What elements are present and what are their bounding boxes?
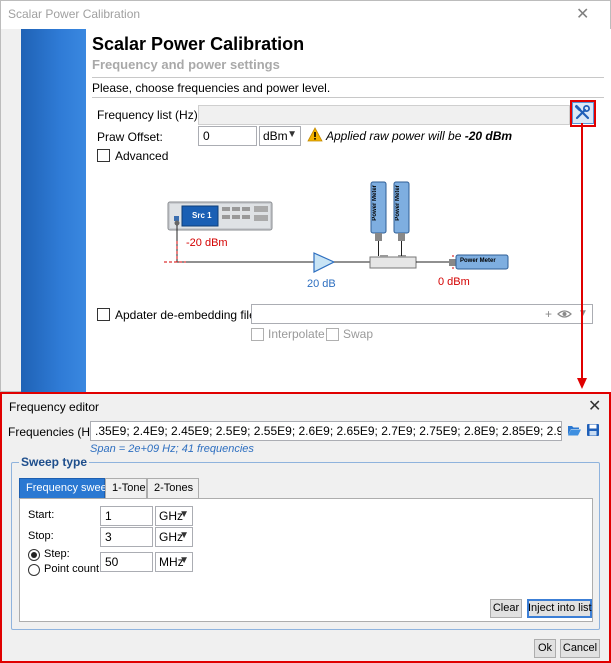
scalar-power-calibration-window: Scalar Power Calibration ✕ Scalar Power … — [0, 0, 611, 393]
sweep-type-group: Sweep type Frequency sweep 1-Tone 2-Tone… — [11, 455, 600, 630]
step-unit-select[interactable]: MHz ▼ — [155, 552, 193, 572]
step-label: Step: — [44, 548, 70, 560]
content-pane: Scalar Power Calibration Frequency and p… — [86, 29, 611, 393]
stop-label: Stop: — [28, 530, 54, 542]
power-meter-2-label: Power Meter — [395, 185, 401, 221]
wizard-sidebar — [21, 29, 86, 393]
chevron-down-icon: ▼ — [179, 555, 189, 566]
open-folder-icon[interactable] — [567, 423, 582, 437]
dialog-title: Frequency editor — [9, 400, 100, 414]
swap-label: Swap — [343, 327, 374, 341]
radio-selected-dot — [31, 552, 37, 558]
output-power-label: 0 dBm — [438, 276, 470, 288]
span-summary: Span = 2e+09 Hz; 41 frequencies — [90, 443, 254, 455]
connector-arrow — [577, 123, 587, 389]
power-meter-3-label: Power Meter — [460, 258, 496, 264]
frequencies-input[interactable]: .35E9; 2.4E9; 2.45E9; 2.5E9; 2.55E9; 2.6… — [90, 421, 562, 441]
start-label: Start: — [28, 509, 55, 521]
step-input[interactable]: 50 — [100, 552, 153, 572]
add-icon[interactable]: + — [545, 307, 552, 321]
eye-icon[interactable] — [557, 309, 572, 319]
amplifier — [313, 252, 336, 273]
stop-input[interactable]: 3 — [100, 527, 153, 547]
frequency-editor-dialog: Frequency editor ✕ Frequencies (Hz): .35… — [0, 392, 611, 663]
source-power-label: -20 dBm — [186, 237, 228, 249]
start-input[interactable]: 1 — [100, 506, 153, 526]
chevron-down-icon: ▼ — [179, 530, 189, 541]
close-icon[interactable]: ✕ — [576, 7, 589, 23]
title-bar: Scalar Power Calibration ✕ — [1, 1, 610, 29]
point-count-radio[interactable] — [28, 564, 40, 576]
frequency-sweep-panel: Start: 1 GHz ▼ Stop: 3 GHz ▼ Step: Point… — [19, 498, 593, 622]
stop-unit-select[interactable]: GHz ▼ — [155, 527, 193, 547]
deembedding-file-input[interactable] — [251, 304, 593, 324]
window-title: Scalar Power Calibration — [8, 7, 141, 21]
power-divider — [369, 255, 417, 269]
amp-gain-label: 20 dB — [307, 278, 336, 290]
tab-2-tones[interactable]: 2-Tones — [147, 478, 199, 499]
cancel-button[interactable]: Cancel — [560, 639, 600, 658]
start-unit-select[interactable]: GHz ▼ — [155, 506, 193, 526]
step-radio[interactable] — [28, 549, 40, 561]
deembedding-checkbox[interactable] — [97, 308, 110, 321]
close-icon[interactable]: ✕ — [588, 399, 601, 415]
tab-1-tone[interactable]: 1-Tone — [105, 478, 147, 499]
clear-button[interactable]: Clear — [490, 599, 522, 618]
save-icon[interactable] — [586, 423, 600, 437]
swap-checkbox[interactable] — [326, 328, 339, 341]
sweep-type-label: Sweep type — [19, 455, 90, 469]
point-count-label: Point count: — [44, 563, 103, 575]
tab-frequency-sweep[interactable]: Frequency sweep — [19, 478, 113, 499]
interpolate-checkbox[interactable] — [251, 328, 264, 341]
deembedding-label: Apdater de-embedding file: — [115, 308, 260, 322]
interpolate-label: Interpolate — [268, 327, 325, 341]
inject-into-list-button[interactable]: Inject into list — [527, 599, 592, 618]
ok-button[interactable]: Ok — [534, 639, 556, 658]
power-meter-1-label: Power Meter — [372, 185, 378, 221]
chevron-down-icon: ▼ — [179, 509, 189, 520]
signal-generator — [167, 201, 273, 231]
source-label: Src 1 — [192, 211, 212, 220]
